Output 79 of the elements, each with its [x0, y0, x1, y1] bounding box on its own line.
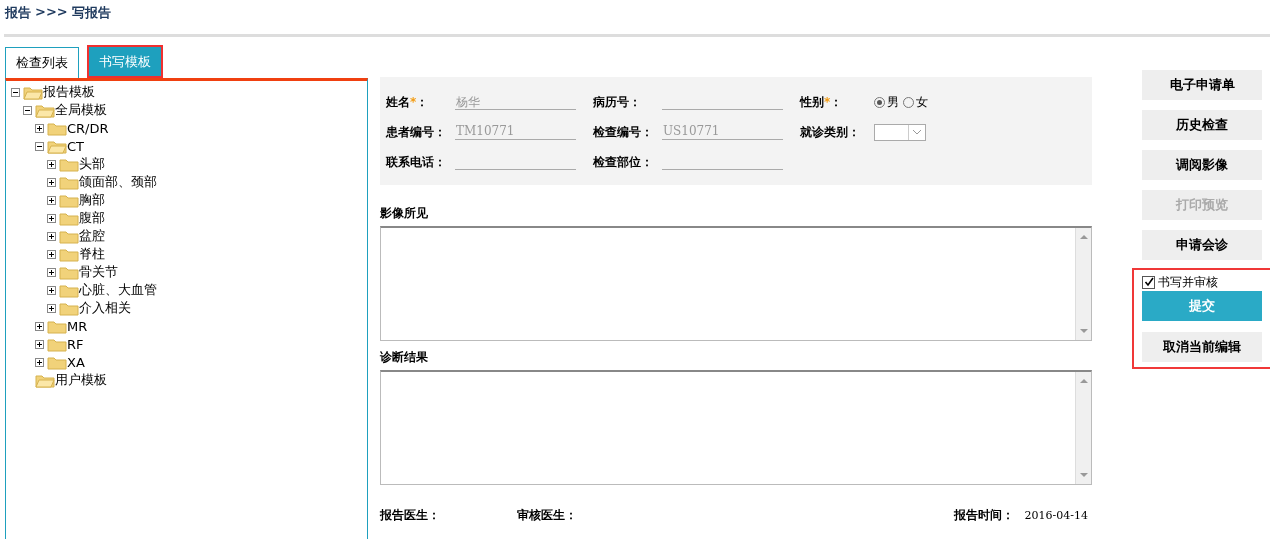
collapse-icon[interactable]	[35, 141, 44, 151]
checkmark-icon	[1143, 277, 1154, 287]
dropdown-field[interactable]	[874, 123, 926, 141]
page-title: 写报告	[71, 4, 111, 22]
cancel-button[interactable]: 取消当前编辑	[1142, 332, 1262, 362]
caret-icon	[912, 129, 922, 135]
folder-icon	[59, 246, 79, 262]
tree-item[interactable]: 报告模板	[43, 83, 95, 101]
expand-icon[interactable]	[47, 285, 56, 295]
tree-item[interactable]: 颌面部、颈部	[79, 173, 157, 191]
checkbox[interactable]: 书写并审核	[1142, 275, 1262, 289]
folder-icon	[47, 120, 67, 136]
tree-item[interactable]: 心脏、大血管	[79, 281, 157, 299]
section-label: 影像所见	[380, 205, 429, 221]
folder-icon	[59, 156, 79, 172]
action-button[interactable]: 申请会诊	[1142, 230, 1262, 260]
folder-icon	[47, 318, 67, 334]
expand-icon[interactable]	[35, 123, 44, 133]
field-label: 患者编号：	[386, 123, 447, 141]
expand-icon[interactable]	[47, 177, 56, 187]
tree-item[interactable]: MR	[67, 318, 88, 334]
field-label: 报告时间：	[953, 507, 1015, 524]
folder-icon	[59, 264, 79, 280]
tree-item[interactable]: 脊柱	[79, 245, 105, 263]
expand-icon[interactable]	[47, 231, 56, 241]
field-label: 审核医生：	[517, 507, 578, 524]
expand-icon[interactable]	[47, 303, 56, 313]
breadcrumb-link[interactable]: 报告	[5, 4, 31, 24]
radio-option[interactable]: 女	[903, 93, 928, 111]
section-label: 诊断结果	[380, 349, 429, 365]
expand-icon[interactable]	[35, 357, 44, 367]
expand-icon[interactable]	[47, 213, 56, 223]
tree-item[interactable]: 用户模板	[55, 371, 107, 389]
folder-icon	[59, 282, 79, 298]
tree-item[interactable]: 盆腔	[79, 227, 105, 245]
folder-icon	[47, 354, 67, 370]
folder-icon	[59, 228, 79, 244]
folder-icon	[47, 336, 67, 352]
tree-item[interactable]: 胸部	[79, 191, 105, 209]
folder-icon	[59, 300, 79, 316]
action-button[interactable]: 电子申请单	[1142, 70, 1262, 100]
field-label: 检查部位：	[593, 153, 654, 171]
collapse-icon[interactable]	[11, 87, 20, 97]
field-label: 联系电话：	[386, 153, 447, 171]
tree-item[interactable]: CT	[67, 138, 85, 154]
tree-item[interactable]: 腹部	[79, 209, 105, 227]
action-button[interactable]: 历史检查	[1142, 110, 1262, 140]
folder-icon	[59, 174, 79, 190]
tree-item[interactable]: 骨关节	[79, 263, 118, 281]
open-folder-icon	[35, 372, 55, 388]
tree-item[interactable]: RF	[67, 336, 84, 352]
expand-icon[interactable]	[47, 159, 56, 169]
field-label: 病历号：	[593, 93, 642, 111]
report-date: 2016-04-14	[1024, 509, 1088, 522]
expand-icon[interactable]	[47, 267, 56, 277]
tree-item[interactable]: XA	[67, 354, 85, 370]
tree-item[interactable]: 介入相关	[79, 299, 131, 317]
field-label: 检查编号：	[593, 123, 654, 141]
radio-option[interactable]: 男	[874, 93, 899, 111]
folder-icon	[59, 210, 79, 226]
folder-icon	[59, 192, 79, 208]
action-button[interactable]: 调阅影像	[1142, 150, 1262, 180]
tree-item[interactable]: CR/DR	[67, 120, 109, 136]
collapse-icon[interactable]	[23, 105, 32, 115]
expand-icon[interactable]	[35, 339, 44, 349]
tree-item[interactable]: 头部	[79, 155, 105, 173]
field-label: 报告医生：	[380, 507, 441, 524]
open-folder-icon	[23, 84, 43, 100]
open-folder-icon	[47, 138, 67, 154]
field-label: 就诊类别：	[800, 123, 861, 141]
breadcrumb-separator: >>>	[35, 4, 68, 21]
open-folder-icon	[35, 102, 55, 118]
expand-icon[interactable]	[47, 195, 56, 205]
field-label: 性别*：	[800, 93, 844, 111]
tab[interactable]: 检查列表	[5, 47, 79, 78]
field-label: 姓名*：	[386, 93, 430, 111]
tree-item[interactable]: 全局模板	[55, 101, 107, 119]
expand-icon[interactable]	[47, 249, 56, 259]
expand-icon[interactable]	[35, 321, 44, 331]
